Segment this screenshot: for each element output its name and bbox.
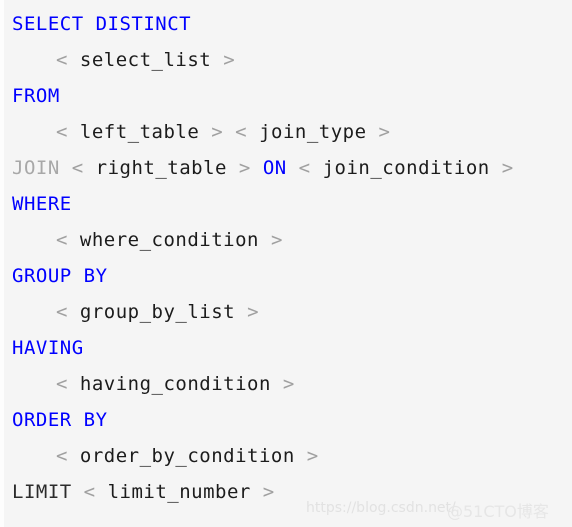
token-bracket: < <box>56 445 68 467</box>
token-bracket: > <box>262 481 275 503</box>
token-placeholder: order_by_condition <box>79 445 295 467</box>
token-bracket: < <box>56 301 68 323</box>
token-bracket: < <box>298 157 311 179</box>
token-bracket: > <box>270 229 283 251</box>
line-select-list: < select_list > <box>4 42 572 78</box>
token-placeholder: where_condition <box>79 229 259 251</box>
token-bracket: > <box>501 157 514 179</box>
token-placeholder: join_condition <box>322 157 490 179</box>
token-keyword: ORDER <box>12 409 72 431</box>
token-bracket: < <box>56 121 68 143</box>
line-where-condition: < where_condition > <box>4 222 572 258</box>
token-keyword: BY <box>83 265 108 287</box>
token-keyword: SELECT <box>12 13 84 35</box>
line-having: HAVING <box>4 330 572 366</box>
token-bracket: < <box>235 121 248 143</box>
token-keyword: WHERE <box>12 193 72 215</box>
token-keyword: ON <box>262 157 287 179</box>
line-from: FROM <box>4 78 572 114</box>
line-order-by: ORDER BY <box>4 402 572 438</box>
token-bracket: > <box>238 157 251 179</box>
token-bracket: > <box>306 445 319 467</box>
line-limit: LIMIT < limit_number > <box>4 474 572 510</box>
token-placeholder: left_table <box>79 121 200 143</box>
token-keyword: DISTINCT <box>95 13 192 35</box>
line-where: WHERE <box>4 186 572 222</box>
token-placeholder: join_type <box>259 121 367 143</box>
line-join: JOIN < right_table > ON < join_condition… <box>4 150 572 186</box>
line-group-by: GROUP BY <box>4 258 572 294</box>
token-keyword-muted: JOIN <box>12 157 60 179</box>
token-placeholder: having_condition <box>79 373 271 395</box>
line-group-by-list: < group_by_list > <box>4 294 572 330</box>
token-keyword: GROUP <box>12 265 72 287</box>
token-bracket: < <box>83 481 96 503</box>
token-bracket: > <box>211 121 224 143</box>
token-bracket: > <box>247 301 260 323</box>
token-bracket: < <box>56 229 68 251</box>
line-left-table: < left_table > < join_type > <box>4 114 572 150</box>
line-select: SELECT DISTINCT <box>4 6 572 42</box>
token-bracket: < <box>56 373 68 395</box>
token-bracket: > <box>223 49 236 71</box>
sql-code-block: SELECT DISTINCT < select_list > FROM < left… <box>0 0 572 527</box>
token-keyword: FROM <box>12 85 60 107</box>
token-placeholder: select_list <box>79 49 212 71</box>
line-order-by-condition: < order_by_condition > <box>4 438 572 474</box>
token-keyword: BY <box>83 409 108 431</box>
token-bracket: > <box>378 121 391 143</box>
code-lines-container: SELECT DISTINCT < select_list > FROM < left… <box>4 6 572 510</box>
token-bracket: < <box>71 157 84 179</box>
token-keyword-dark: LIMIT <box>12 481 72 503</box>
line-having-condition: < having_condition > <box>4 366 572 402</box>
token-bracket: < <box>56 49 68 71</box>
token-placeholder: group_by_list <box>79 301 236 323</box>
token-placeholder: right_table <box>95 157 227 179</box>
token-bracket: > <box>282 373 295 395</box>
token-placeholder: limit_number <box>107 481 251 503</box>
token-keyword: HAVING <box>12 337 84 359</box>
